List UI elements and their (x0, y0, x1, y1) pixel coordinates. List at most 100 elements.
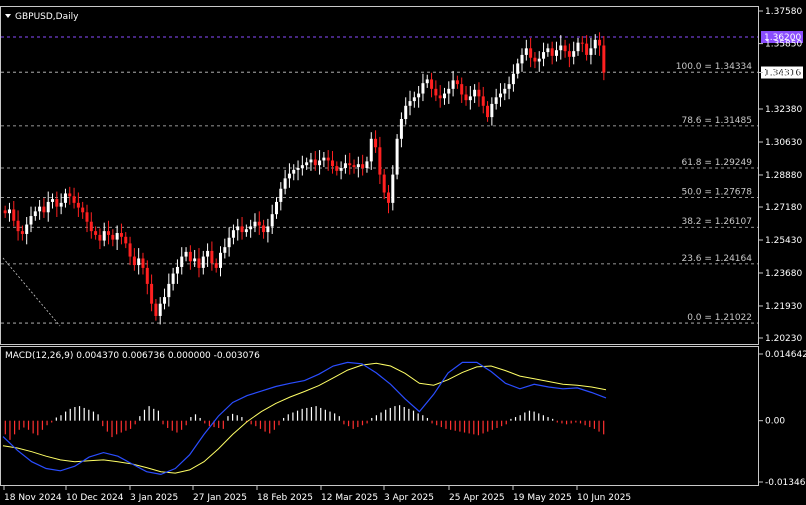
candle-bear (352, 165, 356, 168)
candle-bull (171, 273, 175, 284)
fib-level-label: 0.0 = 1.21022 (687, 313, 752, 323)
candle-bear (567, 51, 571, 57)
price-tick-label: 1.37580 (765, 7, 802, 17)
candle-bull (473, 89, 477, 97)
candle-bull (175, 266, 179, 274)
candle-bear (119, 233, 123, 237)
candle-bull (490, 103, 494, 118)
candle-bull (559, 45, 563, 51)
candle-bear (486, 105, 490, 118)
candle-bear (240, 226, 244, 233)
candle-bear (20, 231, 24, 234)
candle-bear (128, 243, 132, 257)
time-tick-label: 18 Feb 2025 (257, 493, 313, 503)
candle-bull (593, 39, 597, 49)
candle-bull (292, 169, 296, 174)
chart-title-group[interactable]: GBPUSD,Daily (5, 12, 79, 22)
candle-bear (533, 57, 537, 62)
candle-bull (300, 165, 304, 168)
candle-bear (361, 164, 365, 168)
candle-bull (115, 233, 119, 240)
candle-bull (227, 237, 231, 248)
candle-bull (507, 84, 511, 89)
candle-bull (46, 201, 50, 213)
triangle-down-icon[interactable] (5, 14, 11, 18)
candle-bear (85, 212, 89, 222)
candle-bear (42, 206, 46, 213)
candle-bull (442, 93, 446, 99)
candle-bull (511, 73, 515, 85)
candle-bull (51, 199, 55, 202)
candle-bear (550, 48, 554, 56)
candle-bull (244, 229, 248, 233)
candle-bull (137, 258, 141, 266)
candle-bull (421, 83, 425, 94)
macd-tick-label: 0.014642 (765, 350, 806, 360)
time-tick-label: 10 Dec 2024 (66, 493, 124, 503)
candle-bull (318, 160, 322, 166)
candle-bull (184, 251, 188, 257)
candle-bull (270, 214, 274, 227)
time-tick-label: 3 Jan 2025 (130, 493, 178, 503)
candle-bear (382, 174, 386, 193)
candle-bull (223, 247, 227, 253)
candle-bull (305, 162, 309, 166)
candle-bear (430, 79, 434, 89)
time-tick-label: 12 Mar 2025 (321, 493, 378, 503)
candle-bear (438, 95, 442, 99)
candle-bull (102, 231, 106, 241)
candle-bull (309, 159, 313, 163)
time-tick-label: 27 Jan 2025 (193, 493, 247, 503)
candle-bear (477, 89, 481, 97)
candle-bear (68, 193, 72, 197)
candle-bull (524, 48, 528, 55)
candle-bull (201, 256, 205, 268)
candle-bear (89, 221, 93, 232)
candle-bear (257, 221, 261, 226)
price-tick-label: 1.32380 (765, 105, 802, 115)
candle-bear (16, 220, 20, 232)
chart-root: GBPUSD,Daily MACD(12,26,9) 0.004370 0.00… (0, 6, 806, 503)
candle-bull (494, 97, 498, 104)
candle-bear (145, 267, 149, 284)
candle-bear (214, 263, 218, 268)
candle-bull (7, 209, 11, 214)
macd-tick-label: -0.013461 (765, 478, 806, 488)
candle-bull (275, 201, 279, 215)
trend-line (2, 257, 61, 327)
candle-bull (322, 157, 326, 161)
candle-bull (249, 226, 253, 230)
candle-bear (150, 283, 154, 304)
candle-bull (231, 230, 235, 238)
candle-bear (313, 159, 317, 166)
candle-bull (391, 174, 395, 203)
candle-bear (326, 157, 330, 161)
candle-bull (343, 163, 347, 168)
candle-bull (408, 101, 412, 106)
candle-bull (520, 54, 524, 64)
macd-pane[interactable] (0, 346, 759, 486)
price-axis: 1.37580 1.35850 1.34316 1.32380 1.30630 1.288… (759, 7, 802, 344)
candle-bull (236, 226, 240, 231)
candle-bull (29, 216, 33, 225)
candle-bull (266, 226, 270, 233)
candle-bear (197, 258, 201, 268)
candle-bear (455, 80, 459, 85)
candle-bull (38, 206, 42, 212)
candle-bear (348, 163, 352, 166)
fib-level-label: 38.2 = 1.26107 (681, 217, 752, 227)
fib-level-label: 100.0 = 1.34334 (676, 62, 753, 72)
fib-level-label: 23.6 = 1.24164 (681, 254, 752, 264)
candlesticks (3, 32, 606, 325)
time-tick-label: 19 May 2025 (513, 493, 572, 503)
candle-bear (464, 94, 468, 101)
macd-axis: 0.014642 0.00 -0.013461 (759, 350, 806, 488)
candle-bear (94, 231, 98, 235)
candle-bull (356, 164, 360, 168)
candle-bull (546, 48, 550, 53)
candle-bear (378, 147, 382, 175)
candle-bear (598, 39, 602, 46)
time-tick-label: 10 Jun 2025 (577, 493, 631, 503)
candle-bull (589, 48, 593, 55)
candle-bull (516, 63, 520, 74)
